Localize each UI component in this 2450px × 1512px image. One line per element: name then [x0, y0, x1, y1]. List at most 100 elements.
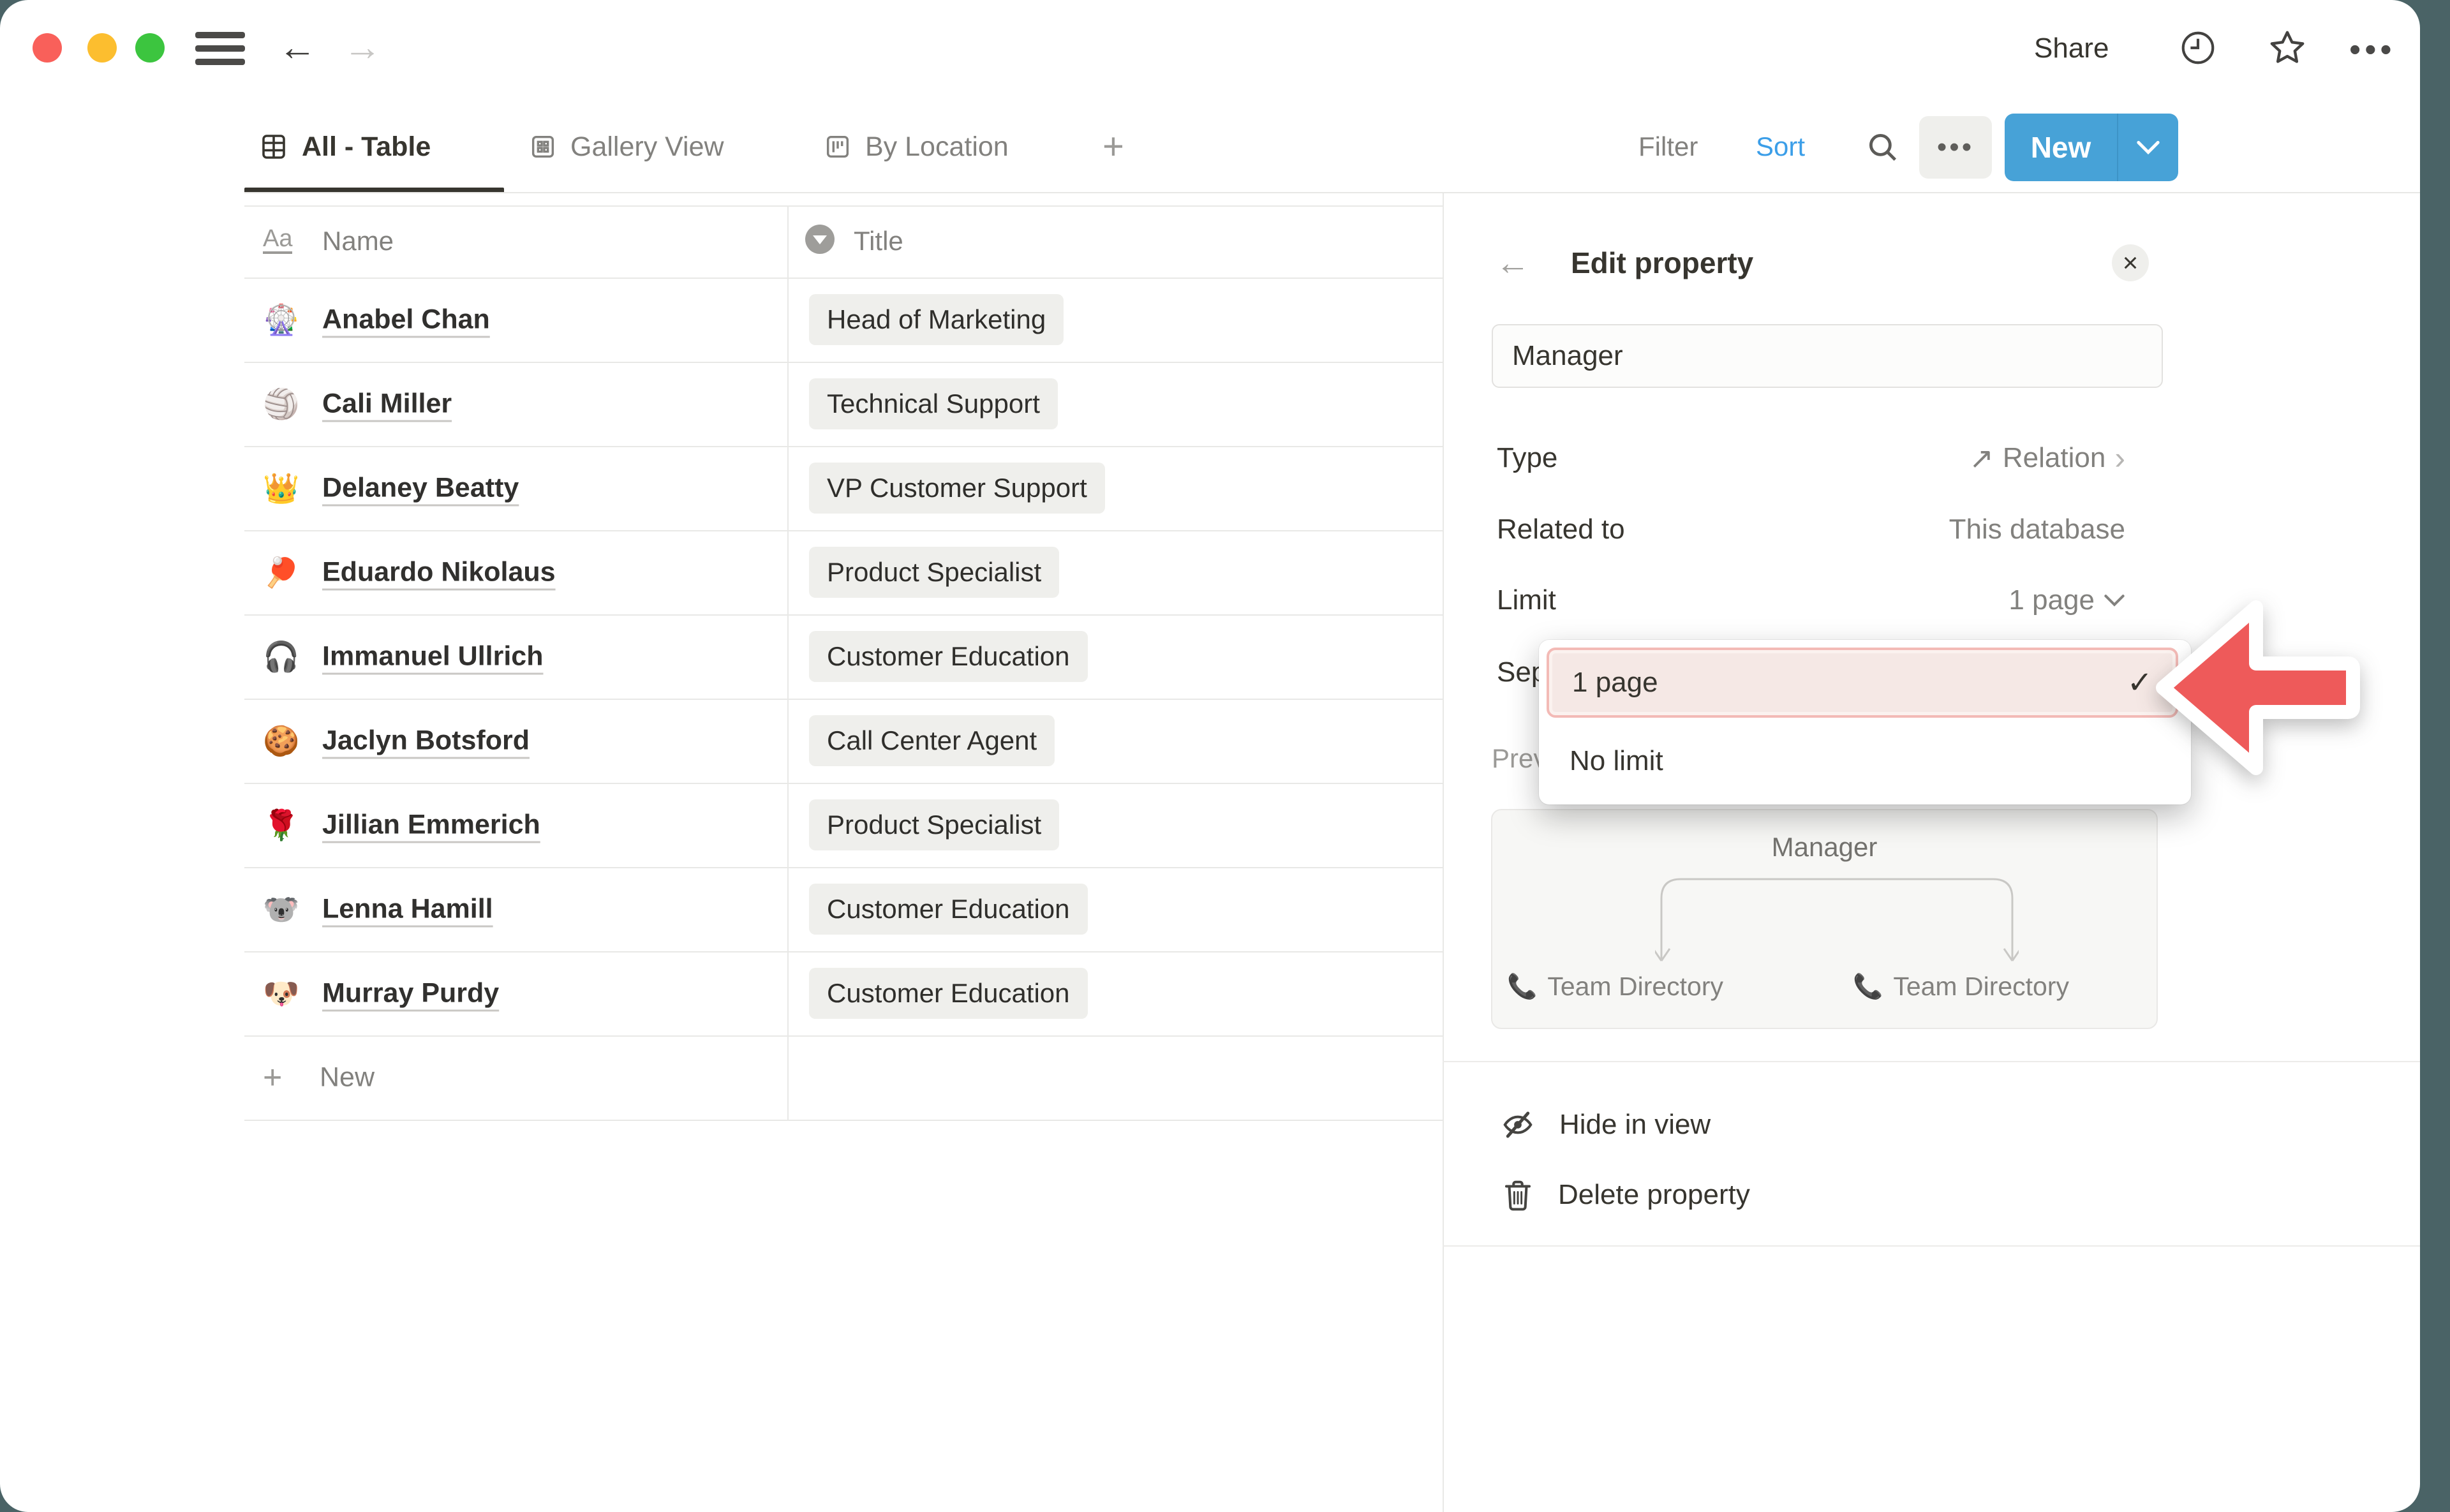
table-row[interactable]: 🐨 Lenna Hamill Customer Education [244, 867, 1443, 951]
panel-close-button[interactable]: × [2112, 244, 2149, 281]
table-row[interactable]: 🎧 Immanuel Ullrich Customer Education [244, 614, 1443, 699]
property-label: Related to [1497, 509, 1625, 550]
row-divider [244, 362, 1443, 363]
tab-gallery-view[interactable]: Gallery View [528, 121, 724, 172]
window-close-button[interactable] [33, 33, 62, 63]
row-name[interactable]: Anabel Chan [322, 304, 490, 336]
trash-icon [1502, 1178, 1534, 1212]
table-row[interactable]: 🎡 Anabel Chan Head of Marketing [244, 278, 1443, 362]
row-divider [244, 951, 1443, 952]
filter-button[interactable]: Filter [1638, 115, 1698, 179]
row-divider [244, 699, 1443, 700]
panel-title: Edit property [1571, 245, 1753, 281]
new-button[interactable]: New [2005, 114, 2178, 181]
row-title-pill[interactable]: Customer Education [809, 631, 1088, 682]
tab-label: All - Table [302, 131, 431, 163]
row-name[interactable]: Delaney Beatty [322, 473, 519, 504]
property-label: Type [1497, 438, 1557, 478]
preview-child-left: 📞 Team Directory [1507, 972, 1723, 1002]
panel-section-divider [1443, 1245, 2420, 1247]
share-button[interactable]: Share [2034, 31, 2109, 66]
action-label: Hide in view [1559, 1109, 1711, 1141]
row-name[interactable]: Jillian Emmerich [322, 810, 540, 841]
tab-all-table[interactable]: All - Table [258, 121, 431, 172]
row-name[interactable]: Cali Miller [322, 389, 452, 420]
property-label: Limit [1497, 580, 1556, 621]
add-view-plus-icon[interactable]: + [1102, 121, 1124, 172]
table-row[interactable]: 🏐 Cali Miller Technical Support [244, 362, 1443, 446]
new-row-label: New [320, 1062, 375, 1093]
tab-by-location[interactable]: By Location [823, 121, 1009, 172]
search-icon[interactable] [1864, 129, 1901, 166]
chevron-right-icon: › [2114, 438, 2125, 478]
property-value[interactable]: 1 page [2008, 580, 2125, 621]
checkmark-icon: ✓ [2127, 665, 2153, 700]
column-header-title[interactable]: Title [854, 226, 903, 256]
row-title-pill[interactable]: Head of Marketing [809, 294, 1064, 345]
row-title-pill[interactable]: Product Specialist [809, 547, 1059, 598]
relation-arrow-icon: ↗ [1969, 438, 1994, 478]
eye-off-icon [1501, 1108, 1535, 1142]
option-label: 1 page [1572, 667, 1658, 699]
column-header-name[interactable]: Name [322, 226, 394, 256]
row-title-pill[interactable]: Product Specialist [809, 799, 1059, 850]
row-emoji-icon: 🏐 [263, 389, 299, 419]
annotation-arrow-left [2155, 587, 2372, 789]
chevron-down-icon [2104, 593, 2125, 607]
preview-child-right: 📞 Team Directory [1853, 972, 2069, 1002]
dropdown-option-1-page[interactable]: 1 page ✓ [1547, 648, 2178, 718]
table-row[interactable]: 🏓 Eduardo Nikolaus Product Specialist [244, 530, 1443, 614]
dropdown-option-no-limit[interactable]: No limit [1547, 728, 2178, 794]
back-arrow-icon[interactable]: ← [278, 28, 316, 66]
row-title-pill[interactable]: Customer Education [809, 968, 1088, 1019]
row-title-pill[interactable]: Technical Support [809, 378, 1058, 429]
table-row[interactable]: 🌹 Jillian Emmerich Product Specialist [244, 783, 1443, 867]
property-name-input[interactable]: Manager [1492, 324, 2163, 388]
row-emoji-icon: 🎡 [263, 305, 299, 334]
row-title-pill[interactable]: VP Customer Support [809, 463, 1105, 514]
select-property-icon [805, 225, 835, 254]
delete-property-button[interactable]: Delete property [1502, 1169, 1750, 1220]
property-value[interactable]: ↗ Relation › [1969, 438, 2125, 478]
row-title-pill[interactable]: Customer Education [809, 884, 1088, 935]
hide-in-view-button[interactable]: Hide in view [1501, 1099, 1711, 1150]
row-name[interactable]: Jaclyn Botsford [322, 725, 530, 757]
row-name[interactable]: Immanuel Ullrich [322, 641, 543, 672]
new-dropdown-chevron-icon[interactable] [2118, 140, 2178, 155]
row-name[interactable]: Lenna Hamill [322, 894, 493, 925]
panel-back-arrow-icon[interactable]: ← [1496, 242, 1530, 283]
table-row[interactable]: 👑 Delaney Beatty VP Customer Support [244, 446, 1443, 530]
more-options-icon[interactable]: ••• [2349, 31, 2396, 69]
row-divider [244, 867, 1443, 868]
plus-icon: + [263, 1058, 282, 1097]
row-divider [244, 783, 1443, 784]
property-value[interactable]: This database [1949, 509, 2125, 550]
row-divider [244, 614, 1443, 616]
tab-label: By Location [865, 131, 1009, 163]
forward-arrow-icon[interactable]: → [343, 28, 382, 66]
window-minimize-button[interactable] [87, 33, 117, 63]
preview-child-label: Team Directory [1547, 972, 1723, 1002]
sort-button[interactable]: Sort [1756, 115, 1805, 179]
favorite-star-icon[interactable] [2266, 27, 2308, 69]
option-label: No limit [1570, 745, 1663, 777]
phone-icon: 📞 [1507, 973, 1537, 1001]
title-property-icon: Aa [263, 226, 292, 254]
property-name-value: Manager [1512, 340, 1623, 372]
row-title-pill[interactable]: Call Center Agent [809, 715, 1055, 766]
new-row-button[interactable]: + New [244, 1035, 1443, 1120]
ellipsis-icon: ••• [1937, 131, 1974, 163]
table-row[interactable]: 🍪 Jaclyn Botsford Call Center Agent [244, 699, 1443, 783]
panel-divider [1443, 193, 1444, 1512]
updates-clock-icon[interactable] [2178, 28, 2218, 68]
action-label: Delete property [1558, 1179, 1750, 1211]
row-emoji-icon: 👑 [263, 473, 299, 503]
row-name[interactable]: Eduardo Nikolaus [322, 557, 556, 588]
row-name[interactable]: Murray Purdy [322, 978, 499, 1009]
window-zoom-button[interactable] [135, 33, 165, 63]
row-emoji-icon: 🐨 [263, 894, 299, 924]
toolbar-divider [244, 192, 2420, 193]
view-options-button[interactable]: ••• [1919, 116, 1992, 179]
panel-section-divider [1443, 1061, 2420, 1062]
table-row[interactable]: 🐶 Murray Purdy Customer Education [244, 951, 1443, 1035]
